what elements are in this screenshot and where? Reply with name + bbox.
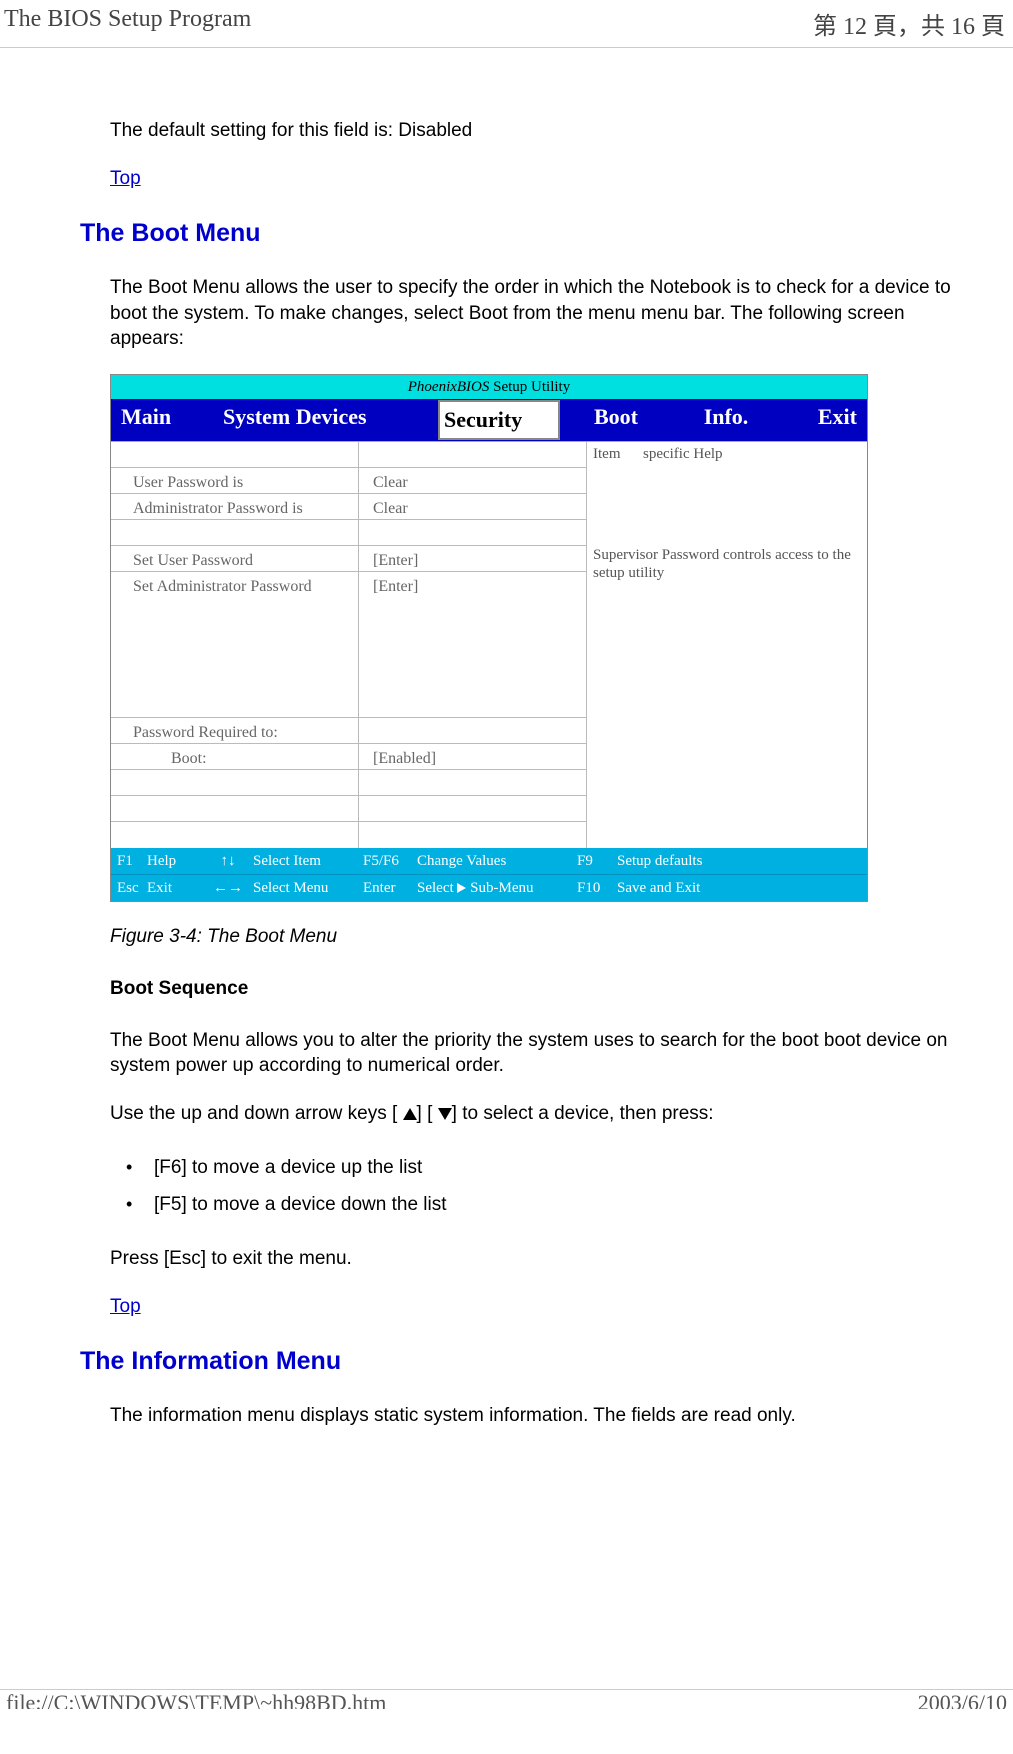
bios-row-pw-required: Password Required to: bbox=[111, 718, 359, 744]
bios-title-suffix: Setup Utility bbox=[489, 379, 570, 395]
esc-text: Press [Esc] to exit the menu. bbox=[110, 1246, 953, 1272]
top-link[interactable]: Top bbox=[110, 1294, 141, 1320]
tab-main: Main bbox=[111, 399, 219, 441]
bios-f-enter: Enter bbox=[363, 878, 417, 898]
bios-help-pane: Item specific Help Supervisor Password c… bbox=[587, 442, 867, 848]
bios-help-item: Item specific Help bbox=[593, 445, 861, 464]
bios-row-empty bbox=[111, 520, 359, 546]
tab-system-devices: System Devices bbox=[219, 399, 437, 441]
bios-row-admin-pw: Administrator Password is bbox=[111, 494, 359, 520]
bios-val-empty bbox=[359, 770, 587, 796]
bios-f-f10: F10 bbox=[577, 878, 617, 898]
header-title: The BIOS Setup Program bbox=[4, 6, 251, 41]
bios-row-set-admin: Set Administrator Password bbox=[111, 572, 359, 718]
bios-row-user-pw: User Password is bbox=[111, 468, 359, 494]
bios-row-boot-label: Boot: bbox=[111, 744, 359, 770]
boot-sequence-para2: Use the up and down arrow keys [ ] [ ] t… bbox=[110, 1101, 953, 1127]
bios-row-empty bbox=[111, 822, 359, 848]
bios-f-exit: Exit bbox=[147, 878, 203, 898]
triangle-right-icon bbox=[457, 883, 466, 893]
footer-path: file://C:\WINDOWS\TEMP\~hh98BD.htm bbox=[6, 1690, 386, 1709]
bios-f-esc: Esc bbox=[117, 878, 147, 898]
para2-mid: ] [ bbox=[417, 1103, 438, 1124]
bios-footer: F1 Help ↑↓ Select Item F5/F6 Change Valu… bbox=[111, 848, 867, 902]
bios-val-enabled: [Enabled] bbox=[359, 744, 587, 770]
bios-f-help: Help bbox=[147, 851, 203, 871]
bios-row-empty bbox=[111, 770, 359, 796]
bios-val-enter1: [Enter] bbox=[359, 546, 587, 572]
bios-f-sub-menu-text: Sub-Menu bbox=[470, 880, 533, 896]
bullet-list: [F6] to move a device up the list [F5] t… bbox=[120, 1149, 953, 1224]
page-header: The BIOS Setup Program 第 12 頁，共 16 頁 bbox=[0, 0, 1013, 48]
bios-body: User Password is Administrator Password … bbox=[111, 441, 867, 848]
header-page-indicator: 第 12 頁，共 16 頁 bbox=[813, 6, 1005, 41]
bios-row-empty bbox=[111, 796, 359, 822]
bios-f-select-sub-text: Select bbox=[417, 880, 454, 896]
bios-f-save-exit: Save and Exit bbox=[617, 878, 700, 898]
leftright-arrows-icon: ←→ bbox=[203, 878, 253, 898]
bios-help-supervisor: Supervisor Password controls access to t… bbox=[593, 546, 861, 584]
boot-sequence-heading: Boot Sequence bbox=[110, 976, 953, 1002]
top-link[interactable]: Top bbox=[110, 166, 141, 192]
bios-f-change-values: Change Values bbox=[417, 851, 577, 871]
para2-post: ] to select a device, then press: bbox=[452, 1103, 714, 1124]
figure-caption: Figure 3-4: The Boot Menu bbox=[110, 924, 953, 950]
bios-val-empty bbox=[359, 822, 587, 848]
boot-menu-heading: The Boot Menu bbox=[80, 217, 953, 251]
bios-val-enter2: [Enter] bbox=[359, 572, 587, 718]
tab-exit: Exit bbox=[781, 399, 867, 441]
bios-f-f5f6: F5/F6 bbox=[363, 851, 417, 871]
tab-security: Security bbox=[438, 400, 560, 440]
bios-row-set-user: Set User Password bbox=[111, 546, 359, 572]
tab-boot: Boot bbox=[561, 399, 671, 441]
footer-date: 2003/6/10 bbox=[918, 1690, 1007, 1709]
bios-f-f9: F9 bbox=[577, 851, 617, 871]
bios-val-empty bbox=[359, 796, 587, 822]
info-menu-description: The information menu displays static sys… bbox=[110, 1403, 953, 1429]
arrow-up-icon bbox=[403, 1108, 417, 1120]
bios-f-f1: F1 bbox=[117, 851, 147, 871]
boot-sequence-para1: The Boot Menu allows you to alter the pr… bbox=[110, 1028, 953, 1079]
updown-arrows-icon: ↑↓ bbox=[203, 851, 253, 871]
bios-f-setup-defaults: Setup defaults bbox=[617, 851, 702, 871]
boot-menu-description: The Boot Menu allows the user to specify… bbox=[110, 275, 953, 352]
default-setting-text: The default setting for this field is: D… bbox=[110, 118, 953, 144]
bios-val-empty bbox=[359, 520, 587, 546]
list-item: [F6] to move a device up the list bbox=[120, 1149, 953, 1187]
bios-titlebar: PhoenixBIOS Setup Utility bbox=[111, 375, 867, 399]
bios-val-empty bbox=[359, 442, 587, 468]
info-menu-heading: The Information Menu bbox=[80, 1345, 953, 1379]
main-content: The default setting for this field is: D… bbox=[0, 48, 1013, 1429]
bios-f-select-item: Select Item bbox=[253, 851, 363, 871]
bios-f-select-sub: Select Sub-Menu bbox=[417, 878, 577, 898]
arrow-down-icon bbox=[438, 1108, 452, 1120]
bios-menubar: Main System Devices Security Boot Info. … bbox=[111, 399, 867, 441]
page-footer: file://C:\WINDOWS\TEMP\~hh98BD.htm 2003/… bbox=[0, 1689, 1013, 1709]
bios-title-prefix: PhoenixBIOS bbox=[408, 379, 490, 395]
tab-info: Info. bbox=[671, 399, 781, 441]
bios-row-empty bbox=[111, 442, 359, 468]
bios-f-select-menu: Select Menu bbox=[253, 878, 363, 898]
bios-val-clear1: Clear bbox=[359, 468, 587, 494]
para2-pre: Use the up and down arrow keys [ bbox=[110, 1103, 403, 1124]
list-item: [F5] to move a device down the list bbox=[120, 1186, 953, 1224]
bios-screenshot: PhoenixBIOS Setup Utility Main System De… bbox=[110, 374, 868, 902]
bios-val-clear2: Clear bbox=[359, 494, 587, 520]
bios-val-empty bbox=[359, 718, 587, 744]
